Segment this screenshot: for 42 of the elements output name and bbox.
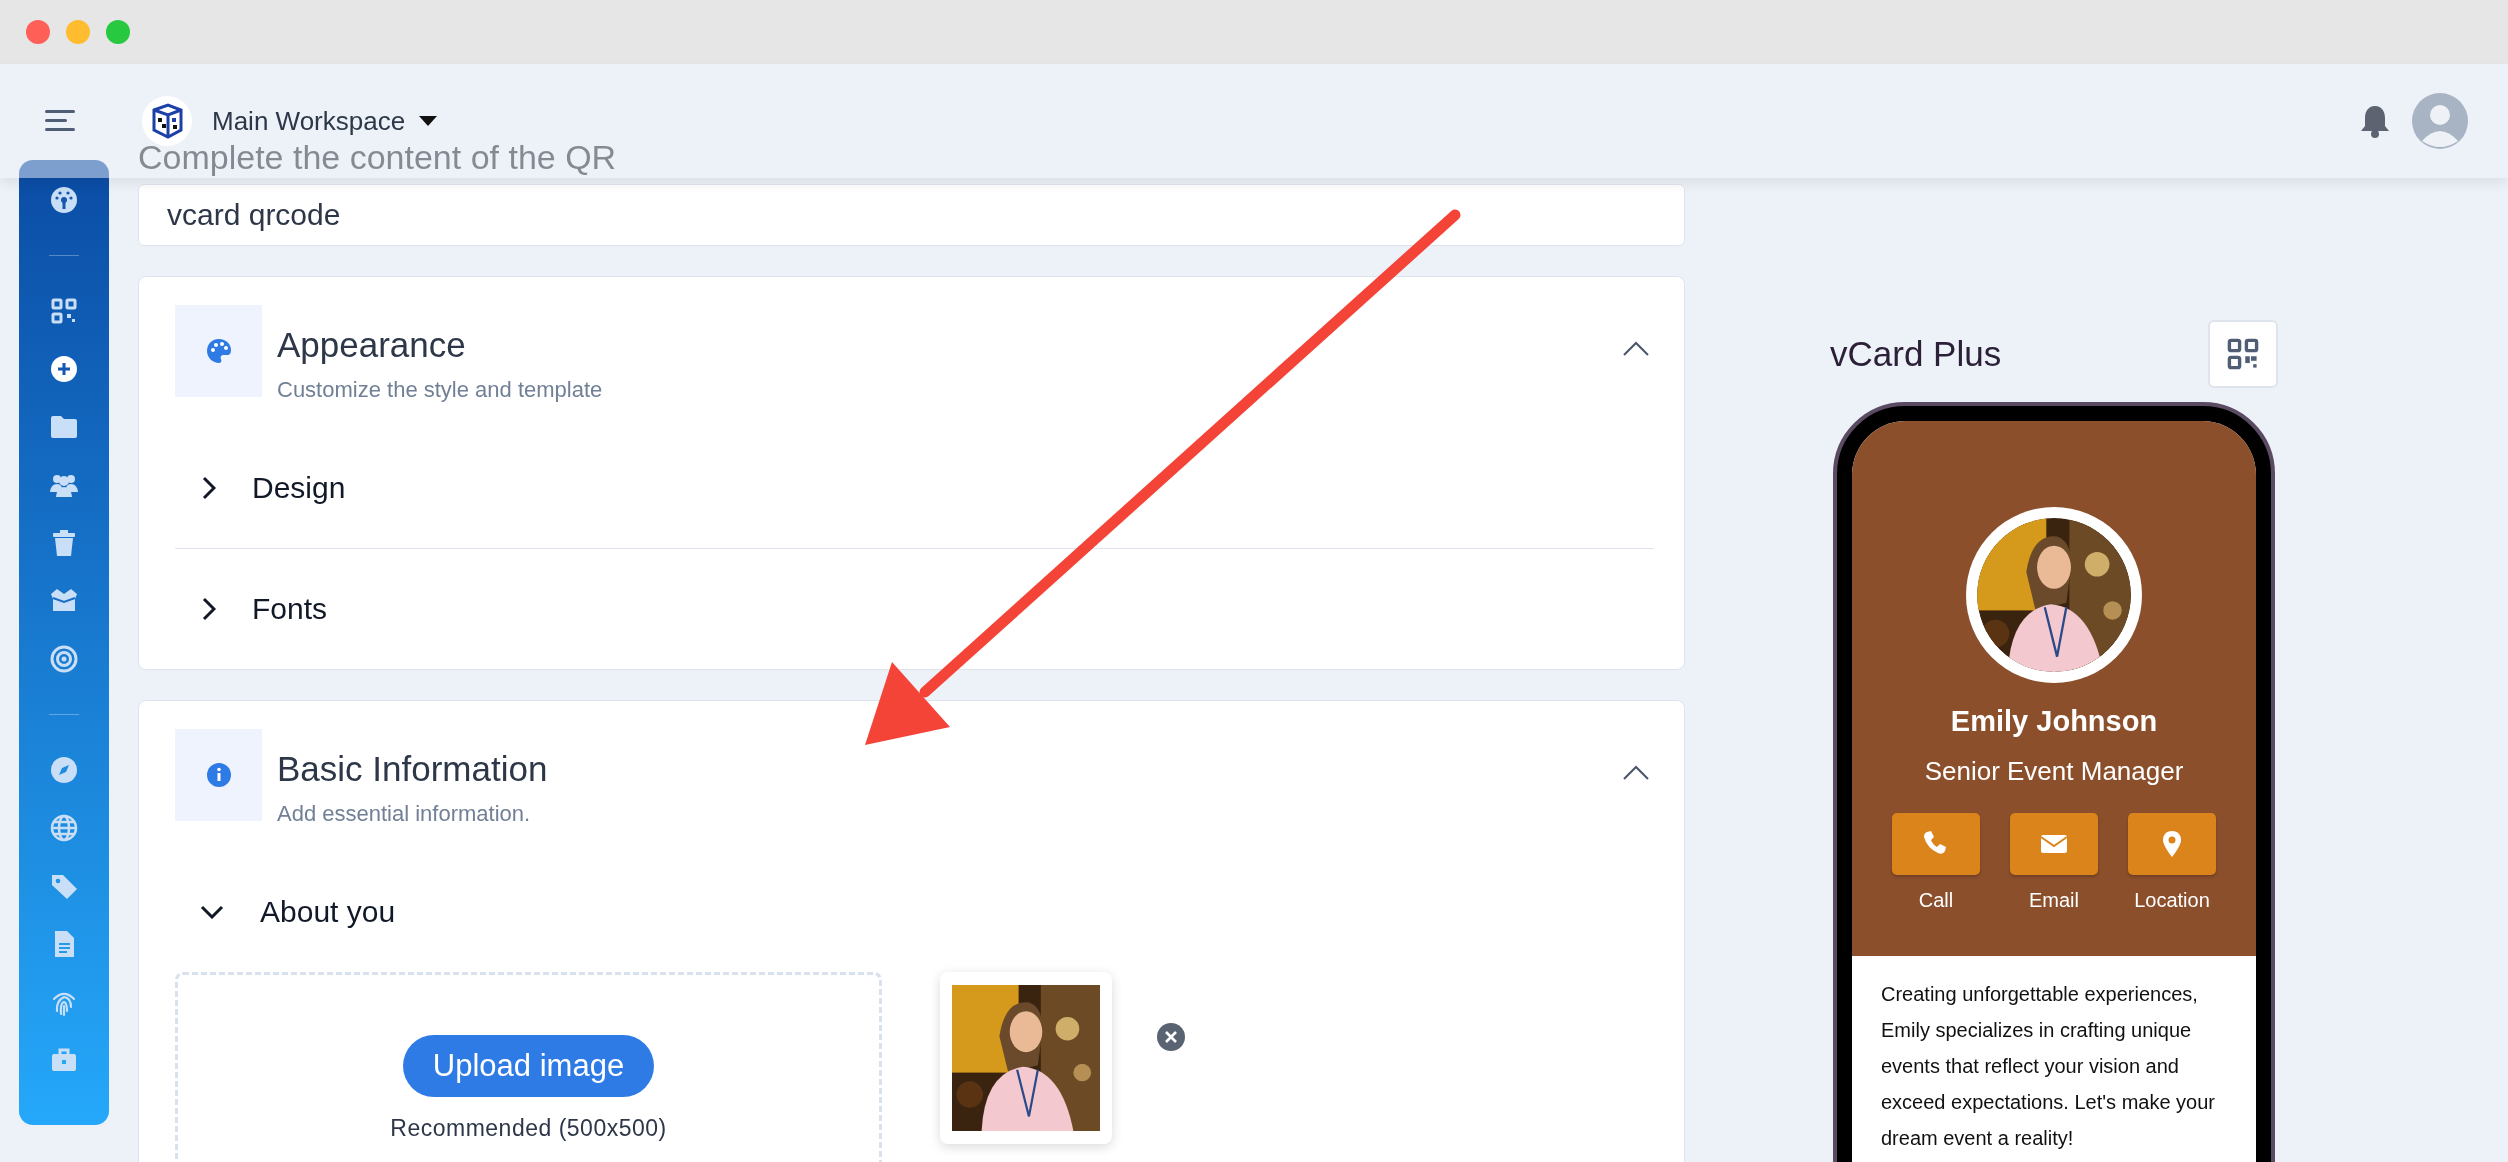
- preview-title: vCard Plus: [1830, 334, 2002, 374]
- chevron-down-icon[interactable]: [200, 905, 224, 919]
- globe-icon[interactable]: [49, 813, 79, 843]
- upload-image-button[interactable]: Upload image: [402, 1035, 655, 1097]
- upload-area[interactable]: Upload image Recommended (500x500): [175, 972, 882, 1162]
- qr-name-field[interactable]: vcard qrcode: [138, 184, 1685, 246]
- section-subtitle: Customize the style and template: [277, 377, 603, 403]
- close-window-button[interactable]: [26, 20, 50, 44]
- upload-hint: Recommended (500x500): [390, 1115, 667, 1142]
- contact-action-button[interactable]: [1892, 813, 1980, 875]
- section-subtitle: Add essential information.: [277, 801, 532, 827]
- cube-logo-icon[interactable]: [142, 96, 192, 146]
- qr-code-icon[interactable]: [49, 296, 79, 326]
- action-label: Call: [1918, 889, 1954, 912]
- action-label: Location: [2134, 889, 2210, 912]
- section-title: Basic Information: [277, 749, 548, 789]
- section-title: Appearance: [277, 325, 467, 365]
- chevron-right-icon[interactable]: [202, 597, 216, 621]
- bio-text: Creating unforgettable experiences, Emily specializes in crafting unique events that reflect your vision and exceed expectations. Let's make your dream event a reality!: [1880, 982, 2216, 1151]
- menu-icon[interactable]: [45, 110, 75, 132]
- page-title: Complete the content of the QR: [138, 138, 617, 176]
- job-title: Senior Event Manager: [1924, 756, 2184, 787]
- qr-code-icon: [2226, 337, 2260, 371]
- gauge-icon[interactable]: [49, 185, 79, 215]
- target-icon[interactable]: [49, 644, 79, 674]
- workspace-name[interactable]: Main Workspace: [212, 105, 406, 137]
- bell-icon[interactable]: [2360, 104, 2390, 138]
- add-icon[interactable]: [49, 354, 79, 384]
- contact-name: Emily Johnson: [1950, 705, 2158, 738]
- subsection-title[interactable]: Design: [252, 471, 346, 505]
- caret-icon[interactable]: [419, 116, 438, 126]
- action-label: Email: [2029, 889, 2079, 912]
- chevron-up-icon[interactable]: [1622, 765, 1650, 781]
- contact-action-button[interactable]: [2010, 813, 2098, 875]
- chevron-right-icon[interactable]: [202, 476, 216, 500]
- contact-action-button[interactable]: [2128, 813, 2216, 875]
- remove-icon[interactable]: [1157, 1023, 1185, 1051]
- subsection-title[interactable]: About you: [260, 895, 396, 929]
- chevron-up-icon[interactable]: [1622, 341, 1650, 357]
- compass-icon[interactable]: [49, 755, 79, 785]
- subsection-title[interactable]: Fonts: [252, 592, 328, 626]
- qr-code-button[interactable]: [2208, 320, 2278, 388]
